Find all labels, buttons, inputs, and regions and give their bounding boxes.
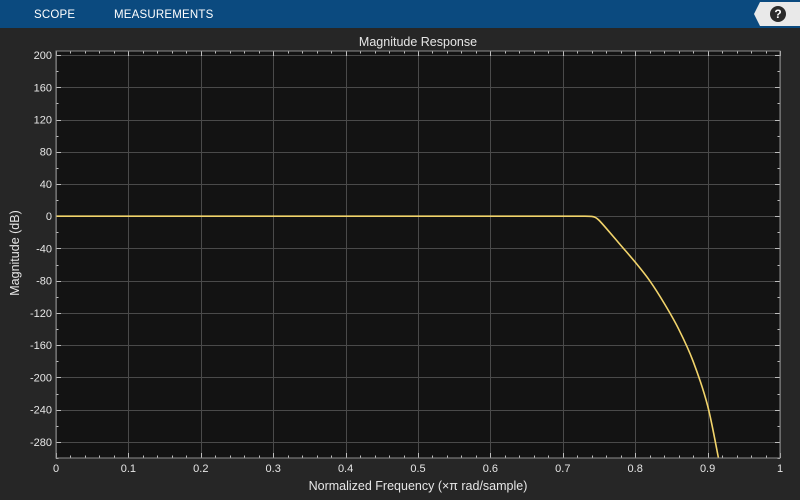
y-tick-label: -120	[30, 308, 52, 320]
y-tick-label: 200	[34, 50, 52, 62]
x-tick-label: 0.2	[193, 463, 208, 475]
y-tick-label: -40	[36, 243, 52, 255]
y-tick-label: 0	[46, 211, 52, 223]
x-tick-label: 0.6	[483, 463, 498, 475]
x-tick-label: 1	[777, 463, 783, 475]
y-tick-label: 40	[40, 179, 52, 191]
x-tick-label: 0.8	[628, 463, 643, 475]
y-tick-label: -280	[30, 437, 52, 449]
y-tick-label: 120	[34, 115, 52, 127]
y-tick-label: -80	[36, 276, 52, 288]
y-tick-label: 80	[40, 147, 52, 159]
x-tick-label: 0.1	[121, 463, 136, 475]
magnitude-plot[interactable]: 0 0.1 0.2 0.3 0.4 0.5 0.6 0.7 0.8 0.9 1 200 160 120 80…	[0, 0, 800, 500]
x-tick-label: 0.9	[700, 463, 715, 475]
x-tick-label: 0.5	[410, 463, 425, 475]
x-tick-label: 0.3	[266, 463, 281, 475]
x-tick-label: 0.7	[555, 463, 570, 475]
x-tick-label: 0	[53, 463, 59, 475]
y-tick-label: -200	[30, 372, 52, 384]
x-tick-label: 0.4	[338, 463, 353, 475]
y-tick-label: -240	[30, 405, 52, 417]
y-tick-label: -160	[30, 340, 52, 352]
y-tick-label: 160	[34, 82, 52, 94]
